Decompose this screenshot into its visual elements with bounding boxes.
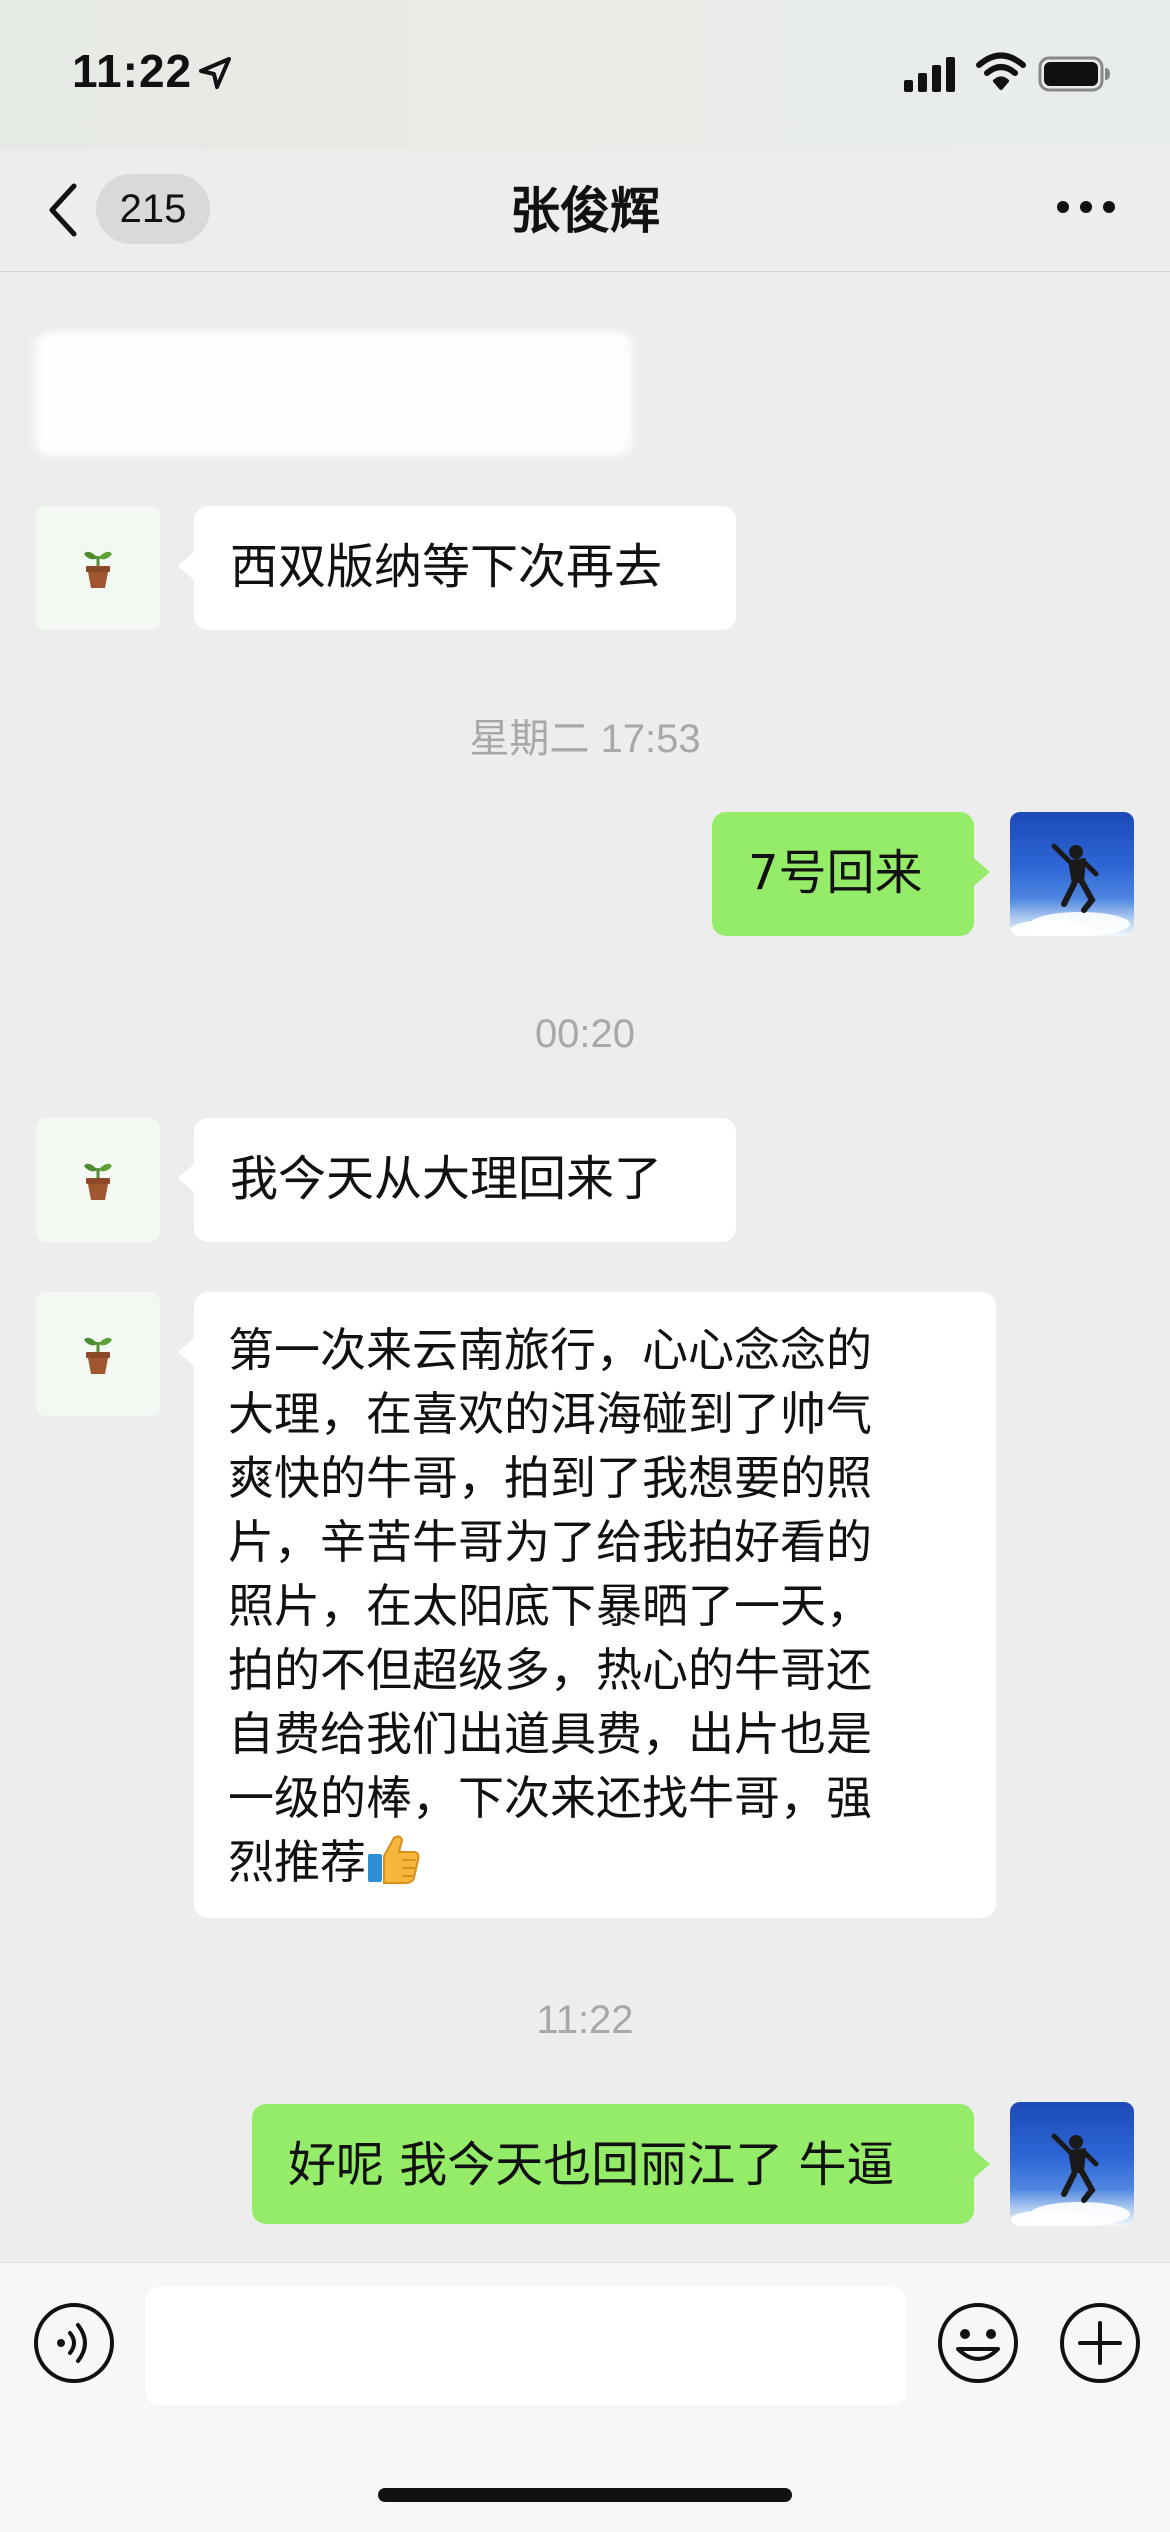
plant-pot-icon — [84, 551, 112, 588]
home-indicator[interactable] — [378, 2488, 792, 2502]
contact-avatar[interactable] — [36, 1118, 160, 1242]
message-timestamp: 00:20 — [534, 1012, 636, 1056]
wifi-icon — [976, 52, 1026, 90]
voice-icon[interactable] — [30, 2299, 118, 2387]
location-arrow-icon — [199, 57, 231, 89]
message-bubble-sent[interactable]: 好呢 我今天也回丽江了 牛逼 — [252, 2104, 990, 2224]
plant-pot-icon — [84, 1337, 112, 1374]
message-bubble-received-long[interactable]: 第一次来云南旅行，心心念念的 大理，在喜欢的洱海碰到了帅气 爽快的牛哥，拍到了我… — [178, 1292, 996, 1918]
thumbs-up-emoji-icon — [368, 1835, 420, 1884]
chat-header: 215 张俊辉 — [0, 150, 1170, 272]
plus-icon[interactable] — [1056, 2299, 1144, 2387]
chat-title: 张俊辉 — [510, 182, 660, 240]
more-dots-icon[interactable] — [1056, 200, 1116, 214]
jumping-person-photo-icon — [1010, 843, 1130, 936]
emoji-icon[interactable] — [934, 2299, 1022, 2387]
message-bubble-sent[interactable]: 7号回来 — [712, 812, 990, 936]
cellular-signal-icon — [904, 57, 955, 92]
message-input[interactable] — [146, 2287, 906, 2405]
contact-avatar[interactable] — [36, 1292, 160, 1416]
message-bubble-received[interactable]: 我今天从大理回来了 — [178, 1118, 736, 1242]
blurred-message — [36, 332, 632, 456]
message-bubble-received[interactable]: 西双版纳等下次再去 — [178, 506, 736, 630]
contact-avatar[interactable] — [36, 506, 160, 630]
status-bar: 11:22 — [0, 0, 1170, 150]
my-avatar[interactable] — [1010, 2102, 1134, 2226]
message-timestamp: 11:22 — [536, 1998, 634, 2042]
status-time: 11:22 — [72, 45, 193, 97]
jumping-person-photo-icon — [1010, 2133, 1130, 2226]
plant-pot-icon — [84, 1163, 112, 1200]
battery-icon — [1038, 56, 1110, 92]
message-text: 第一次来云南旅行，心心念念的 大理，在喜欢的洱海碰到了帅气 爽快的牛哥，拍到了我… — [228, 1323, 872, 1889]
message-timestamp: 星期二 17:53 — [469, 717, 701, 761]
my-avatar[interactable] — [1010, 812, 1134, 936]
